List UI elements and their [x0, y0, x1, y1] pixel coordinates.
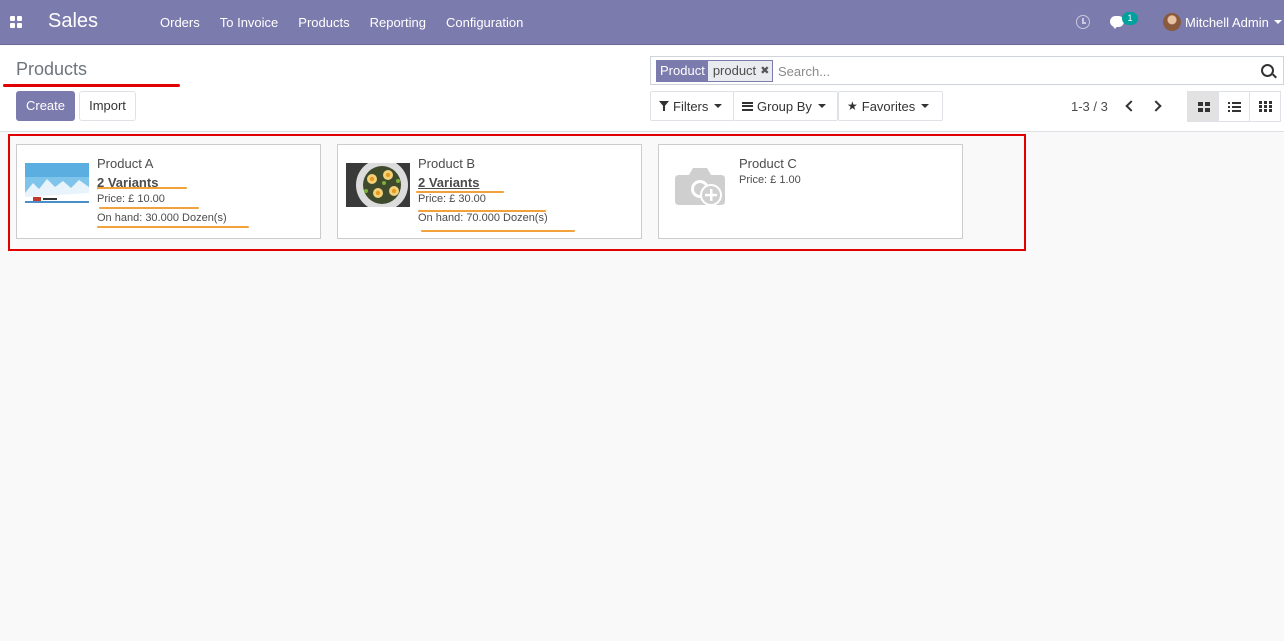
top-navbar: Sales Orders To Invoice Products Reporti… — [0, 0, 1284, 45]
create-button[interactable]: Create — [16, 91, 75, 121]
search-input[interactable] — [778, 61, 1248, 81]
apps-menu-icon[interactable] — [10, 16, 22, 28]
product-a-image — [25, 163, 89, 207]
product-on-hand: On hand: 30.000 Dozen(s) — [97, 212, 227, 224]
favorites-label: Favorites — [861, 98, 916, 114]
caret-down-icon — [921, 104, 930, 108]
chat-count-badge: 1 — [1122, 12, 1138, 25]
onhand-annotation-underline — [421, 230, 575, 232]
search-facet: Product product ✖ — [656, 60, 774, 82]
grid-icon — [1259, 101, 1272, 112]
menu-to-invoice[interactable]: To Invoice — [210, 0, 289, 45]
facet-remove-icon[interactable]: ✖ — [760, 61, 769, 81]
menu-products[interactable]: Products — [288, 0, 359, 45]
groupby-icon — [742, 101, 753, 111]
onhand-annotation-underline — [97, 226, 249, 228]
app-title[interactable]: Sales — [48, 10, 98, 33]
list-view-button[interactable] — [1218, 91, 1250, 122]
price-annotation-underline — [418, 210, 546, 212]
kanban-card-product-c[interactable]: Product C Price: £ 1.00 — [658, 144, 963, 239]
product-variants-link[interactable]: 2 Variants — [418, 175, 479, 190]
favorites-dropdown[interactable]: ★ Favorites — [838, 91, 943, 121]
product-name: Product B — [418, 156, 476, 171]
user-caret-icon[interactable] — [1274, 20, 1282, 24]
pager-value[interactable]: 1-3 / 3 — [1071, 99, 1108, 114]
facet-value: product — [712, 63, 757, 78]
search-icon[interactable] — [1261, 64, 1274, 77]
groupby-dropdown[interactable]: Group By — [733, 91, 838, 121]
star-icon: ★ — [847, 99, 858, 113]
price-annotation-underline — [99, 207, 199, 209]
product-b-image — [346, 163, 410, 207]
variants-annotation-underline — [416, 191, 504, 193]
groupby-label: Group By — [757, 98, 812, 114]
product-on-hand: On hand: 70.000 Dozen(s) — [418, 212, 548, 224]
kanban-card-product-b[interactable]: Product B 2 Variants Price: £ 30.00 On h… — [337, 144, 642, 239]
activity-clock-icon[interactable] — [1076, 15, 1090, 29]
title-annotation-underline — [3, 84, 180, 87]
filter-icon — [659, 101, 669, 111]
page-title: Products — [16, 59, 88, 79]
camera-placeholder-icon — [673, 163, 729, 209]
product-price: Price: £ 30.00 — [418, 193, 486, 205]
kanban-card-product-a[interactable]: Product A 2 Variants Price: £ 10.00 On h… — [16, 144, 321, 239]
facet-label: Product — [657, 61, 708, 81]
search-bar: Product product ✖ — [650, 56, 1284, 85]
import-button[interactable]: Import — [79, 91, 136, 121]
kanban-icon — [1198, 102, 1210, 112]
user-avatar[interactable] — [1163, 13, 1181, 31]
list-icon — [1228, 102, 1241, 112]
pager-next-icon[interactable] — [1150, 98, 1164, 114]
product-price: Price: £ 1.00 — [739, 174, 801, 186]
product-name: Product C — [739, 156, 797, 171]
pager-previous-icon[interactable] — [1122, 98, 1136, 114]
filters-dropdown[interactable]: Filters — [650, 91, 734, 121]
main-menu: Orders To Invoice Products Reporting Con… — [150, 0, 533, 45]
control-panel: Products Create Import Product product ✖… — [0, 46, 1284, 132]
user-menu[interactable]: Mitchell Admin — [1185, 15, 1269, 30]
menu-reporting[interactable]: Reporting — [360, 0, 436, 45]
facet-value-wrap: product ✖ — [707, 61, 773, 81]
variants-annotation-underline — [97, 187, 187, 189]
menu-orders[interactable]: Orders — [150, 0, 210, 45]
caret-down-icon — [714, 104, 723, 108]
filters-label: Filters — [673, 98, 709, 114]
caret-down-icon — [817, 104, 826, 108]
product-name: Product A — [97, 156, 154, 171]
product-price: Price: £ 10.00 — [97, 193, 165, 205]
kanban-view-button[interactable] — [1187, 91, 1219, 122]
grid-view-button[interactable] — [1249, 91, 1281, 122]
menu-configuration[interactable]: Configuration — [436, 0, 533, 45]
